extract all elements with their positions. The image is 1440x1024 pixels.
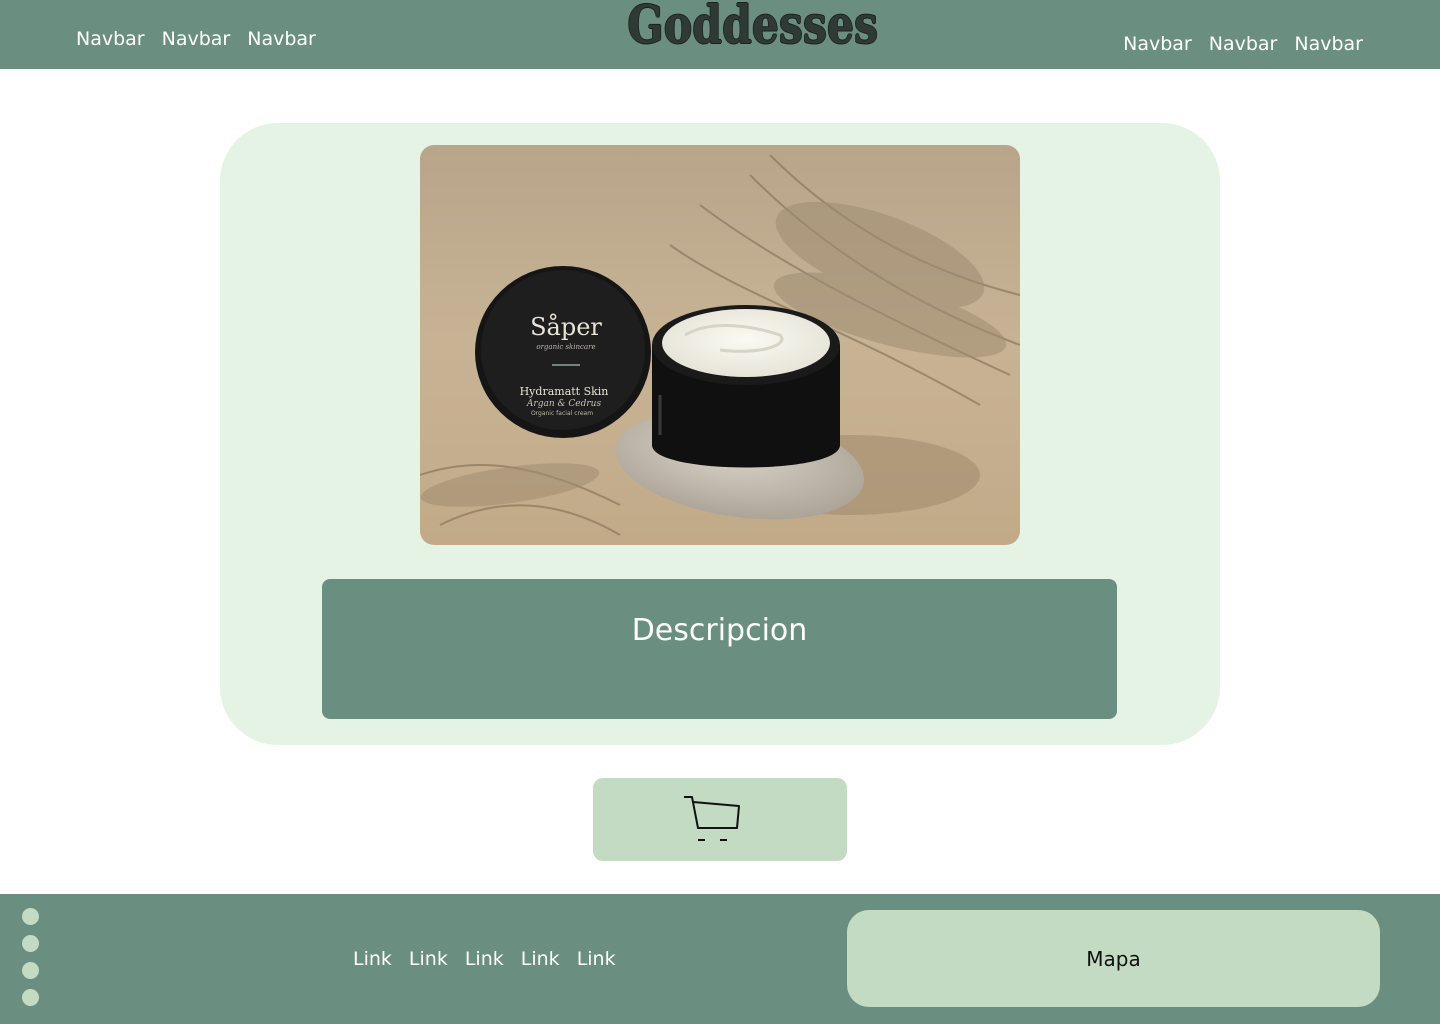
nav-link-left-3[interactable]: Navbar bbox=[247, 26, 316, 52]
shopping-cart-icon bbox=[684, 796, 740, 841]
product-card: Såper organic skincare Hydramatt Skin Ar… bbox=[220, 123, 1220, 745]
nav-left: Navbar Navbar Navbar bbox=[76, 26, 316, 52]
header: Navbar Navbar Navbar Goddesses Navbar Na… bbox=[0, 0, 1440, 69]
nav-link-right-3[interactable]: Navbar bbox=[1294, 31, 1363, 57]
footer-dots bbox=[22, 908, 40, 1016]
product-image: Såper organic skincare Hydramatt Skin Ar… bbox=[420, 145, 1020, 545]
nav-link-right-1[interactable]: Navbar bbox=[1123, 31, 1192, 57]
lid-type-text: Organic facial cream bbox=[531, 410, 593, 417]
footer-link-3[interactable]: Link bbox=[465, 946, 504, 972]
footer: Link Link Link Link Link Mapa bbox=[0, 894, 1440, 1024]
footer-link-5[interactable]: Link bbox=[577, 946, 616, 972]
dot-icon[interactable] bbox=[22, 908, 39, 925]
dot-icon[interactable] bbox=[22, 935, 39, 952]
lid-brand-text: Såper bbox=[530, 312, 602, 341]
lid-tagline-text: organic skincare bbox=[536, 343, 595, 351]
add-to-cart-button[interactable] bbox=[593, 778, 847, 861]
description-title: Descripcion bbox=[631, 613, 808, 648]
map-box[interactable]: Mapa bbox=[847, 910, 1380, 1007]
lid-variant-text: Argan & Cedrus bbox=[526, 399, 602, 409]
footer-links: Link Link Link Link Link bbox=[353, 946, 616, 972]
footer-link-1[interactable]: Link bbox=[353, 946, 392, 972]
map-label: Mapa bbox=[1086, 947, 1141, 971]
lid-product-name: Hydramatt Skin bbox=[520, 385, 609, 398]
dot-icon[interactable] bbox=[22, 962, 39, 979]
description-box: Descripcion bbox=[322, 579, 1117, 719]
footer-link-2[interactable]: Link bbox=[409, 946, 448, 972]
dot-icon[interactable] bbox=[22, 989, 39, 1006]
footer-link-4[interactable]: Link bbox=[521, 946, 560, 972]
nav-link-left-2[interactable]: Navbar bbox=[162, 26, 231, 52]
nav-right: Navbar Navbar Navbar bbox=[1123, 31, 1363, 57]
brand-logo[interactable]: Goddesses bbox=[627, 0, 878, 55]
nav-link-right-2[interactable]: Navbar bbox=[1209, 31, 1278, 57]
nav-link-left-1[interactable]: Navbar bbox=[76, 26, 145, 52]
